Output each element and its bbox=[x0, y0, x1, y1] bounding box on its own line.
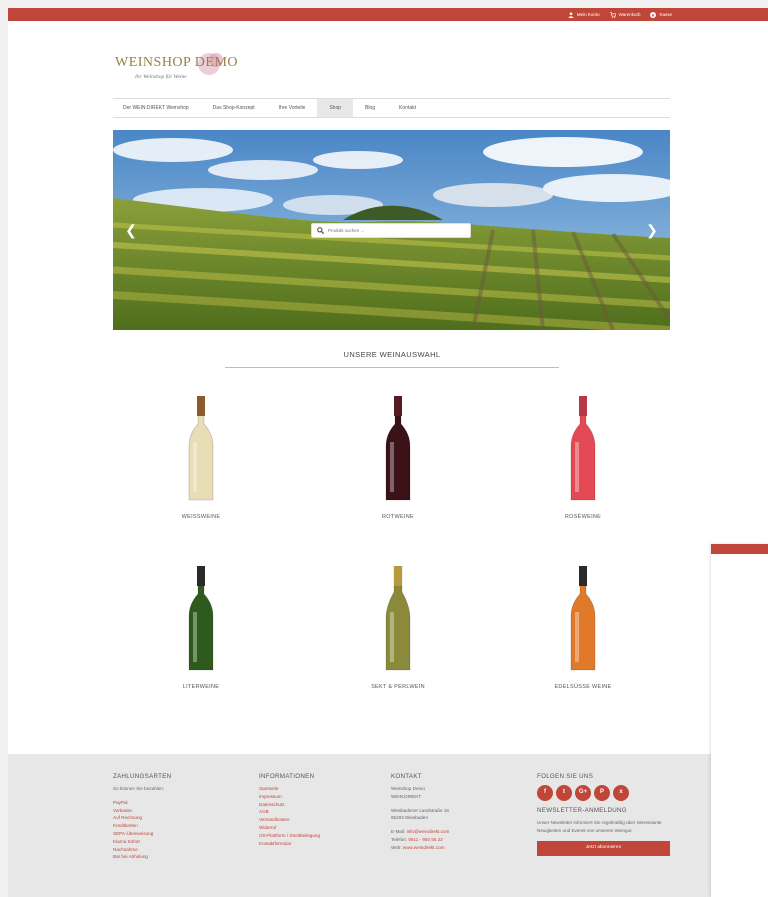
nav-item-ihre-vorteile[interactable]: Ihre Vorteile bbox=[267, 99, 318, 117]
search-icon bbox=[317, 227, 324, 234]
nav-item-shop[interactable]: Shop bbox=[317, 99, 354, 117]
category-label: ROSÉWEINE bbox=[564, 514, 602, 520]
facebook-icon[interactable]: f bbox=[537, 785, 553, 801]
cart-icon bbox=[609, 11, 616, 18]
my-account-link[interactable]: Mein Konto bbox=[568, 11, 600, 18]
google-plus-icon[interactable]: G+ bbox=[575, 785, 591, 801]
bottle-image bbox=[385, 396, 411, 501]
bottle-image bbox=[570, 566, 596, 671]
footer-link[interactable]: Kreditkarten bbox=[113, 822, 243, 830]
category-1[interactable]: ROTWEINE bbox=[338, 396, 458, 520]
category-label: SEKT & PERLWEIN bbox=[371, 684, 425, 690]
payment-intro: So können Sie bezahlen: bbox=[113, 786, 165, 791]
section-title: UNSERE WEINAUSWAHL bbox=[225, 350, 559, 368]
contact-phone-row: Telefon: 0611 - 950 55 22 bbox=[391, 836, 521, 844]
footer-link[interactable]: SEPA-Überweisung bbox=[113, 830, 243, 838]
category-label: LITERWEINE bbox=[182, 684, 220, 690]
footer-link[interactable]: Versandkosten bbox=[259, 816, 389, 824]
category-5[interactable]: EDELSÜSSE WEINE bbox=[523, 566, 643, 690]
logo-text: WEINSHOP DEMO bbox=[115, 55, 238, 70]
hero-slider: ❮ ❯ bbox=[113, 130, 670, 330]
newsletter-text: Unser Newsletter informiert Sie regelmäß… bbox=[537, 820, 662, 833]
email-link[interactable]: info@weindirekt.com bbox=[407, 829, 450, 834]
nav-item-der-wein-direkt-weinshop[interactable]: Der WEIN:DIREKT Weinshop bbox=[113, 99, 201, 117]
slider-prev-arrow[interactable]: ❮ bbox=[125, 222, 137, 238]
category-label: EDELSÜSSE WEINE bbox=[554, 684, 612, 690]
side-panel bbox=[711, 544, 768, 897]
subscribe-button[interactable]: Jetzt abonnieren bbox=[537, 840, 670, 856]
twitter-icon[interactable]: t bbox=[556, 785, 572, 801]
footer-link[interactable]: Widerruf bbox=[259, 824, 389, 832]
footer-link[interactable]: Datenschutz bbox=[259, 801, 389, 809]
top-links: Mein Konto Warenkorb Kasse bbox=[568, 8, 672, 21]
footer-link[interactable]: Impressum bbox=[259, 793, 389, 801]
footer: ZAHLUNGSARTEN So können Sie bezahlen: Pa… bbox=[8, 754, 768, 897]
bottle-image bbox=[188, 396, 214, 501]
footer-link[interactable]: Startseite bbox=[259, 785, 389, 793]
checkout-icon bbox=[650, 11, 657, 18]
logo-graphic: WEINSHOP DEMO Ihr Weinshop für Weine bbox=[115, 53, 238, 80]
category-label: WEISSWEINE bbox=[181, 514, 221, 520]
bottle-image bbox=[385, 566, 411, 671]
footer-link[interactable]: PayPal bbox=[113, 799, 243, 807]
nav-item-kontakt[interactable]: Kontakt bbox=[387, 99, 428, 117]
newsletter-title: NEWSLETTER-ANMELDUNG bbox=[537, 807, 627, 814]
product-search[interactable] bbox=[311, 223, 471, 238]
xing-icon[interactable]: x bbox=[613, 785, 629, 801]
footer-link[interactable]: Kontaktformular bbox=[259, 840, 389, 848]
contact-email-row: E-Mail: info@weindirekt.com bbox=[391, 828, 521, 836]
slider-next-arrow[interactable]: ❯ bbox=[646, 222, 658, 238]
category-3[interactable]: LITERWEINE bbox=[141, 566, 261, 690]
footer-link[interactable]: Klarna Sofort bbox=[113, 838, 243, 846]
contact-name: Weinshop Demo bbox=[391, 786, 425, 791]
contact-street: Wiesbadener Landstraße 16 bbox=[391, 807, 449, 813]
category-4[interactable]: SEKT & PERLWEIN bbox=[338, 566, 458, 690]
user-icon bbox=[568, 11, 574, 18]
checkout-link[interactable]: Kasse bbox=[650, 11, 672, 18]
pinterest-icon[interactable]: P bbox=[594, 785, 610, 801]
cart-label: Warenkorb bbox=[618, 12, 641, 17]
category-0[interactable]: WEISSWEINE bbox=[141, 396, 261, 520]
footer-payment: ZAHLUNGSARTEN So können Sie bezahlen: Pa… bbox=[113, 773, 243, 861]
footer-link[interactable]: OS-Plattform / Streitbeilegung bbox=[259, 832, 389, 840]
cart-link[interactable]: Warenkorb bbox=[609, 11, 641, 18]
web-label: Web: bbox=[391, 844, 402, 850]
nav-item-blog[interactable]: Blog bbox=[353, 99, 387, 117]
social-icons: f t G+ Px bbox=[537, 785, 677, 801]
phone-label: Telefon: bbox=[391, 836, 408, 842]
top-bar: Mein Konto Warenkorb Kasse bbox=[8, 8, 768, 21]
search-input[interactable] bbox=[328, 228, 458, 233]
category-label: ROTWEINE bbox=[381, 514, 415, 520]
my-account-label: Mein Konto bbox=[576, 12, 600, 17]
follow-title: FOLGEN SIE UNS bbox=[537, 773, 594, 780]
footer-link[interactable]: Bar bei Abholung bbox=[113, 853, 243, 861]
footer-information: INFORMATIONEN Startseite Impressum Datensc… bbox=[259, 773, 389, 847]
contact-title: KONTAKT bbox=[391, 773, 422, 780]
bottle-image bbox=[570, 396, 596, 501]
footer-link[interactable]: Vorkasse bbox=[113, 807, 243, 815]
side-panel-bar bbox=[711, 544, 768, 554]
category-2[interactable]: ROSÉWEINE bbox=[523, 396, 643, 520]
info-title: INFORMATIONEN bbox=[259, 773, 315, 780]
logo[interactable]: WEINSHOP DEMO Ihr Weinshop für Weine bbox=[113, 46, 253, 86]
footer-link[interactable]: AGB bbox=[259, 808, 389, 816]
footer-link[interactable]: Nachnahme bbox=[113, 846, 243, 854]
logo-tagline: Ihr Weinshop für Weine bbox=[134, 73, 187, 80]
page: Mein Konto Warenkorb Kasse WEINSHOP DEMO… bbox=[8, 8, 768, 897]
contact-company: WEIN:DIREKT bbox=[391, 793, 422, 799]
bottle-image bbox=[188, 566, 214, 671]
footer-contact: KONTAKT Weinshop Demo WEIN:DIREKT Wiesba… bbox=[391, 773, 521, 852]
nav-item-das-shop-konzept[interactable]: Das Shop-Konzept bbox=[201, 99, 267, 117]
checkout-label: Kasse bbox=[659, 12, 672, 17]
contact-web-row: Web: www.weindirekt.com bbox=[391, 844, 521, 852]
main-nav: Der WEIN:DIREKT Weinshop Das Shop-Konzept… bbox=[113, 98, 670, 118]
footer-follow: FOLGEN SIE UNS f t G+ Px NEWSLETTER-ANMELDU… bbox=[537, 773, 677, 856]
footer-link[interactable]: Auf Rechnung bbox=[113, 814, 243, 822]
email-label: E-Mail: bbox=[391, 829, 406, 835]
payment-title: ZAHLUNGSARTEN bbox=[113, 773, 172, 780]
contact-city: 65203 Wiesbaden bbox=[391, 815, 429, 821]
web-link[interactable]: www.weindirekt.com bbox=[403, 845, 445, 850]
phone-link[interactable]: 0611 - 950 55 22 bbox=[408, 837, 442, 842]
